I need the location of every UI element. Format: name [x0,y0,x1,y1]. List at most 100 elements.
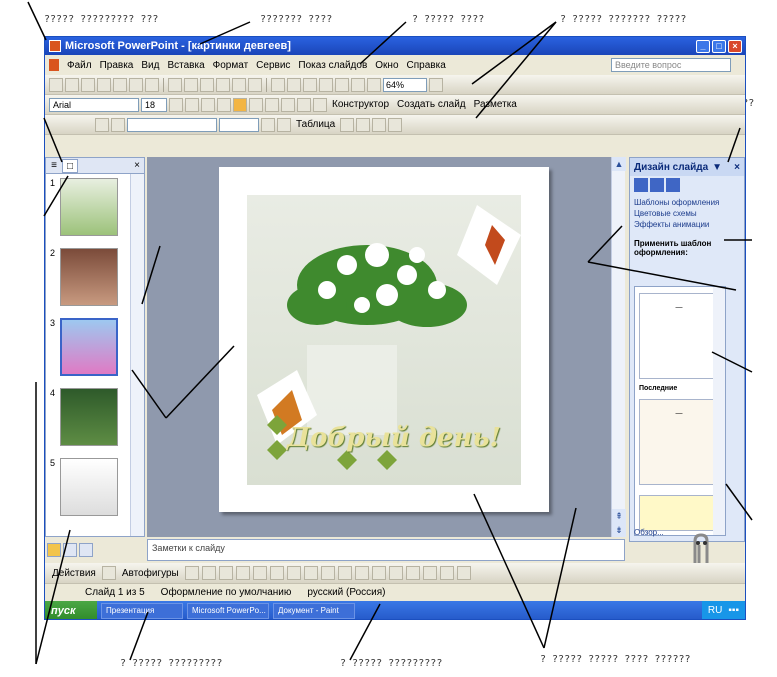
chart-icon[interactable] [303,77,317,92]
preview-icon[interactable] [145,77,159,92]
language-indicator[interactable]: RU [708,601,722,619]
split-icon[interactable] [356,117,371,132]
taskbar-item[interactable]: Microsoft PowerPo... [187,603,269,619]
task-pane-header[interactable]: Дизайн слайда ▼ × [630,158,744,176]
underline-icon[interactable] [201,97,215,112]
copy-icon[interactable] [216,77,230,92]
minimize-button[interactable]: _ [696,39,710,53]
italic-icon[interactable] [185,97,199,112]
border-style-select[interactable] [127,117,217,132]
menu-tools[interactable]: Сервис [252,60,294,71]
actions-menu[interactable]: Действия [49,568,99,579]
menu-format[interactable]: Формат [209,60,253,71]
arrow-icon[interactable] [201,566,216,580]
diagram-icon[interactable] [286,566,301,580]
slideshow-icon[interactable] [79,543,93,557]
border-color-icon[interactable] [261,117,275,132]
slide-vertical-scrollbar[interactable]: ▲ ⇞ ⇟ [611,157,626,537]
autoshapes-menu[interactable]: Автофигуры [119,568,182,579]
font-select[interactable]: Arial [49,97,139,112]
grid-icon[interactable] [351,77,365,92]
designer-button[interactable]: Конструктор [329,99,392,110]
table-menu-button[interactable]: Таблица [293,119,338,130]
fill-color-icon[interactable] [277,117,291,132]
layout-button[interactable]: Разметка [471,99,520,110]
maximize-button[interactable]: □ [712,39,726,53]
back-icon[interactable] [634,178,648,192]
current-slide[interactable]: Добрый день! [219,167,549,512]
slides-pane-scrollbar[interactable] [130,174,144,536]
undo-icon[interactable] [271,77,285,92]
textbox-icon[interactable] [252,566,267,580]
title-bar[interactable]: Microsoft PowerPoint - [картинки девгеев… [45,37,745,55]
open-icon[interactable] [65,77,79,92]
menu-edit[interactable]: Правка [96,60,138,71]
new-icon[interactable] [49,77,63,92]
eraser-icon[interactable] [111,117,125,132]
wordart-icon[interactable] [269,566,284,580]
normal-view-icon[interactable] [47,543,61,557]
line-style-icon[interactable] [388,566,403,580]
expand-icon[interactable] [335,77,349,92]
zoom-select[interactable]: 64% [383,77,427,92]
template-item[interactable] [639,495,719,531]
shadow-style-icon[interactable] [439,566,454,580]
scroll-up-icon[interactable]: ▲ [612,157,626,171]
slide-thumbnail[interactable]: 5 [50,458,130,520]
redo-icon[interactable] [287,77,301,92]
menu-slideshow[interactable]: Показ слайдов [294,60,371,71]
border-width-select[interactable] [219,117,259,132]
align-right-icon[interactable] [265,97,279,112]
research-icon[interactable] [184,77,198,92]
new-slide-button[interactable]: Создать слайд [394,99,469,110]
forward-icon[interactable] [650,178,664,192]
clipart-icon[interactable] [303,566,318,580]
slide-sorter-icon[interactable] [63,543,77,557]
table-icon[interactable] [319,77,333,92]
dash-style-icon[interactable] [405,566,420,580]
notes-pane[interactable]: Заметки к слайду [147,539,625,561]
tray-icons[interactable]: ▪▪▪ [728,601,739,619]
align-center-icon[interactable] [249,97,263,112]
document-icon[interactable] [49,59,59,71]
slides-tab[interactable]: □ [62,158,78,173]
help-icon[interactable] [429,77,443,92]
next-slide-icon[interactable]: ⇟ [612,523,626,537]
slide-thumbnail[interactable]: 3 [50,318,130,380]
color-icon[interactable] [367,77,381,92]
align-left-icon[interactable] [233,97,247,112]
menu-insert[interactable]: Вставка [163,60,208,71]
shadow-icon[interactable] [217,97,231,112]
line-color-icon[interactable] [354,566,369,580]
fill-icon[interactable] [337,566,352,580]
outline-tab[interactable]: ≡ [46,159,62,173]
slide-thumbnail[interactable]: 4 [50,388,130,450]
close-pane-icon[interactable]: × [134,160,140,171]
animation-schemes-link[interactable]: Эффекты анимации [634,220,740,229]
menu-file[interactable]: Файл [63,60,96,71]
menu-window[interactable]: Окно [371,60,402,71]
chevron-down-icon[interactable]: ▼ [712,162,722,173]
template-item[interactable]: — [639,293,719,379]
rectangle-icon[interactable] [218,566,233,580]
merge-icon[interactable] [340,117,355,132]
home-icon[interactable] [666,178,680,192]
text-color-icon[interactable] [371,566,386,580]
color-schemes-link[interactable]: Цветовые схемы [634,209,740,218]
format-painter-icon[interactable] [248,77,262,92]
line-icon[interactable] [184,566,199,580]
align-middle-icon[interactable] [388,117,403,132]
close-button[interactable]: × [728,39,742,53]
menu-help[interactable]: Справка [403,60,450,71]
print-icon[interactable] [129,77,143,92]
ask-question-input[interactable]: Введите вопрос [611,58,731,72]
taskbar-item[interactable]: Документ - Paint [273,603,355,619]
picture-icon[interactable] [320,566,335,580]
paste-icon[interactable] [232,77,246,92]
browse-link[interactable]: Обзор... [634,528,664,537]
arrow-style-icon[interactable] [422,566,437,580]
menu-view[interactable]: Вид [137,60,163,71]
save-icon[interactable] [81,77,95,92]
prev-slide-icon[interactable]: ⇞ [612,509,626,523]
taskbar-item[interactable]: Презентация [101,603,183,619]
